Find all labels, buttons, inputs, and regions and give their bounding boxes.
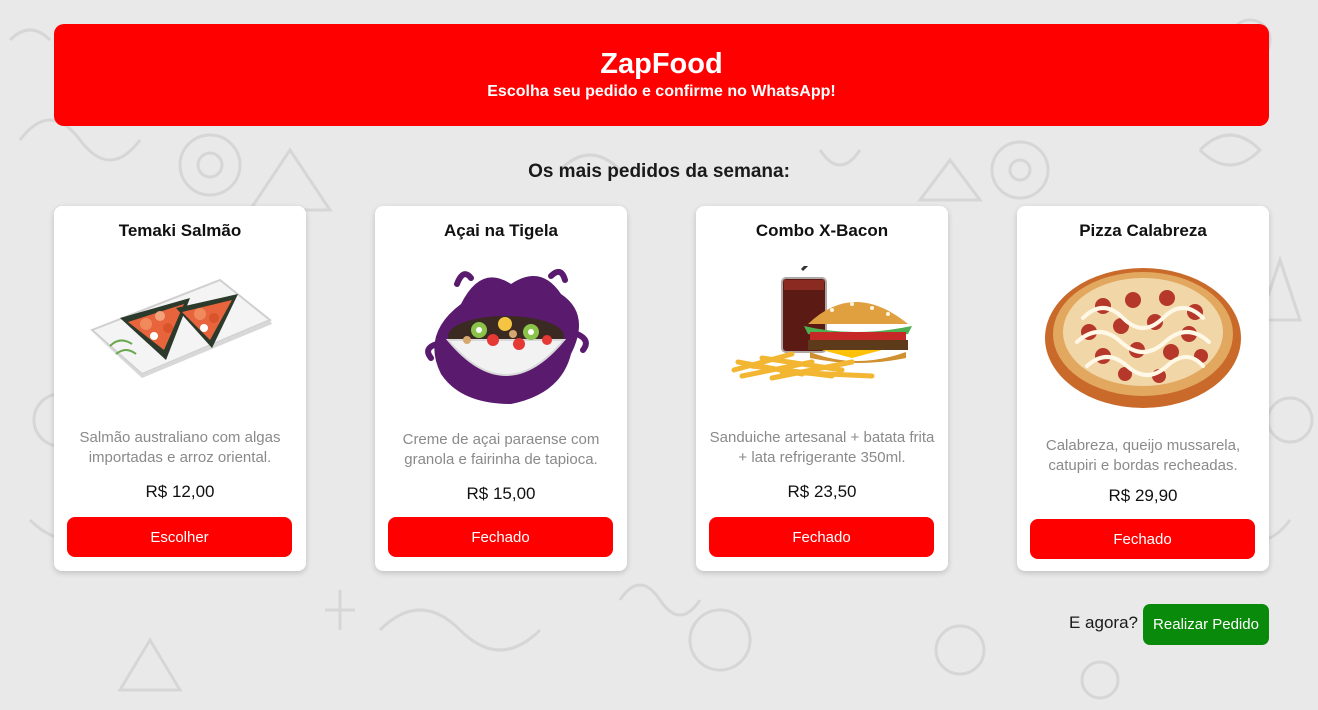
product-name: Açai na Tigela xyxy=(443,221,558,240)
product-description: Salmão australiano com algas importadas … xyxy=(79,429,281,466)
product-name: Temaki Salmão xyxy=(118,221,242,240)
section-title: Os mais pedidos da semana: xyxy=(528,161,790,182)
product-description: Calabreza, queijo mussarela, catupiri e … xyxy=(1045,437,1241,474)
footer-question: E agora? xyxy=(1069,613,1138,632)
app-subtitle: Escolha seu pedido e confirme no WhatsAp… xyxy=(487,83,836,100)
product-description: Sanduiche artesanal + batata frita + lat… xyxy=(709,429,935,466)
choose-button[interactable]: Escolher xyxy=(67,517,292,557)
product-name: Combo X-Bacon xyxy=(755,221,889,240)
app-title: ZapFood xyxy=(600,48,723,80)
header-banner: ZapFood Escolha seu pedido e confirme no… xyxy=(54,24,1269,126)
product-price: R$ 23,50 xyxy=(787,482,857,501)
product-card: Temaki Salmão Salmão australiano com alg… xyxy=(54,206,306,571)
acai-bowl-image xyxy=(425,268,589,404)
closed-button[interactable]: Fechado xyxy=(388,517,613,557)
product-card: Combo X-Bacon Sanduiche artesanal + bata… xyxy=(696,206,948,571)
temaki-image xyxy=(90,278,272,378)
product-card: Açai na Tigela Creme de açai paraense co… xyxy=(375,206,627,571)
product-description: Creme de açai paraense com granola e fai… xyxy=(402,431,600,468)
place-order-button[interactable]: Realizar Pedido xyxy=(1143,604,1269,645)
product-name: Pizza Calabreza xyxy=(1079,221,1207,240)
burger-combo-image xyxy=(731,266,912,381)
product-price: R$ 12,00 xyxy=(145,482,215,501)
product-price: R$ 15,00 xyxy=(466,484,536,503)
pizza-image xyxy=(1045,268,1241,408)
closed-button[interactable]: Fechado xyxy=(1030,519,1255,559)
closed-button[interactable]: Fechado xyxy=(709,517,934,557)
product-price: R$ 29,90 xyxy=(1108,486,1178,505)
product-card: Pizza Calabreza Calabreza, queijo mussar… xyxy=(1017,206,1269,571)
page: ZapFood Escolha seu pedido e confirme no… xyxy=(0,0,1318,710)
